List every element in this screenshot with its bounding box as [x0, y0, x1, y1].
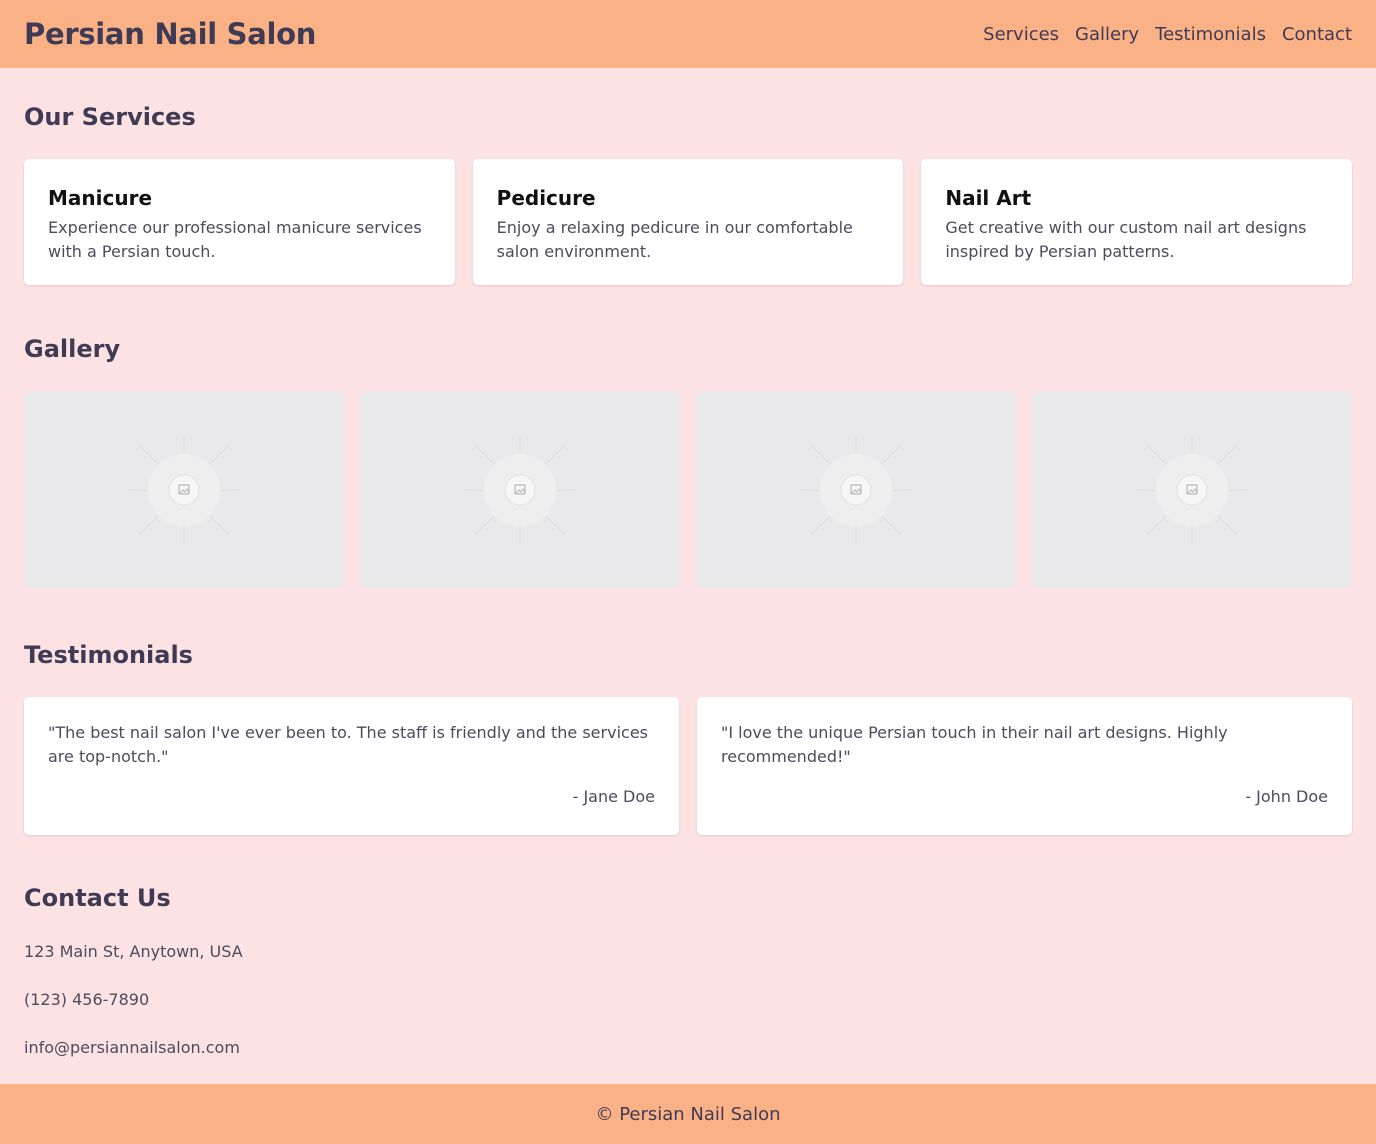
gallery-heading: Gallery — [24, 335, 121, 363]
contact-heading: Contact Us — [24, 884, 171, 912]
service-name: Pedicure — [496, 186, 596, 210]
image-placeholder-icon — [1137, 435, 1247, 545]
service-description: Enjoy a relaxing pedicure in our comfort… — [496, 218, 853, 261]
testimonial-quote: "The best nail salon I've ever been to. … — [48, 723, 648, 766]
nav-link-services[interactable]: Services — [983, 24, 1059, 45]
services-grid: Manicure Experience our professional man… — [24, 159, 1352, 285]
service-description: Get creative with our custom nail art de… — [945, 218, 1307, 261]
gallery-image-1[interactable] — [24, 391, 344, 589]
gallery-image-2[interactable] — [360, 391, 680, 589]
testimonials-section: Testimonials "The best nail salon I've e… — [24, 589, 1352, 835]
service-card-nail-art: Nail Art Get creative with our custom na… — [921, 159, 1352, 285]
gallery-section: Gallery — [24, 285, 1352, 589]
testimonial-card: "The best nail salon I've ever been to. … — [24, 697, 679, 835]
footer-copyright: © Persian Nail Salon — [595, 1103, 781, 1125]
nav-link-contact[interactable]: Contact — [1282, 24, 1352, 45]
service-name: Nail Art — [945, 186, 1032, 210]
site-brand[interactable]: Persian Nail Salon — [24, 17, 316, 51]
image-placeholder-icon — [801, 435, 911, 545]
testimonial-card: "I love the unique Persian touch in thei… — [697, 697, 1352, 835]
contact-address: 123 Main St, Anytown, USA — [24, 942, 243, 961]
main-nav: Services Gallery Testimonials Contact — [983, 24, 1352, 45]
service-card-manicure: Manicure Experience our professional man… — [24, 159, 455, 285]
contact-section: Contact Us 123 Main St, Anytown, USA (12… — [24, 835, 1352, 1060]
services-heading: Our Services — [24, 103, 196, 131]
contact-phone[interactable]: (123) 456-7890 — [24, 988, 1352, 1012]
service-card-pedicure: Pedicure Enjoy a relaxing pedicure in ou… — [472, 159, 904, 285]
image-placeholder-icon — [129, 435, 239, 545]
services-section: Our Services Manicure Experience our pro… — [24, 68, 1352, 285]
testimonial-author: - Jane Doe — [572, 787, 655, 806]
testimonial-quote: "I love the unique Persian touch in thei… — [721, 723, 1228, 766]
testimonial-author: - John Doe — [1245, 787, 1328, 806]
site-header: Persian Nail Salon Services Gallery Test… — [0, 0, 1376, 68]
gallery-grid — [24, 391, 1352, 589]
gallery-image-3[interactable] — [696, 391, 1016, 589]
gallery-image-4[interactable] — [1032, 391, 1352, 589]
image-placeholder-icon — [465, 435, 575, 545]
site-footer: © Persian Nail Salon — [0, 1084, 1376, 1144]
testimonials-grid: "The best nail salon I've ever been to. … — [24, 697, 1352, 835]
nav-link-testimonials[interactable]: Testimonials — [1155, 24, 1266, 45]
contact-email[interactable]: info@persiannailsalon.com — [24, 1036, 1352, 1060]
main-content: Our Services Manicure Experience our pro… — [0, 68, 1376, 1060]
nav-link-gallery[interactable]: Gallery — [1075, 24, 1139, 45]
service-name: Manicure — [48, 186, 153, 210]
service-description: Experience our professional manicure ser… — [48, 218, 422, 261]
testimonials-heading: Testimonials — [24, 641, 193, 669]
